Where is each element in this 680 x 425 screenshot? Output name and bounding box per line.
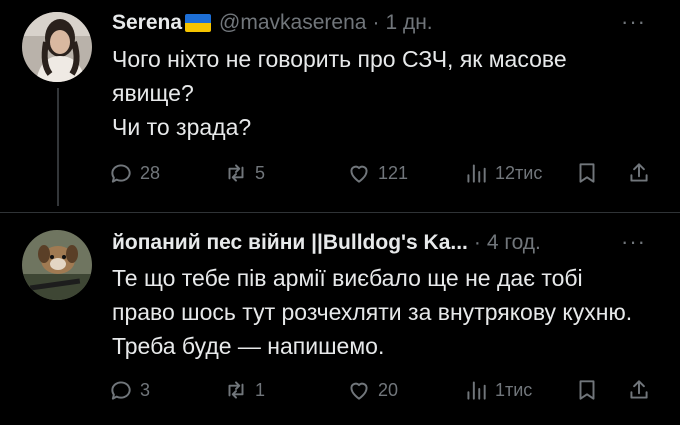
action-bar: 3 1 20 1тис: [108, 373, 666, 407]
repost-icon: [228, 381, 244, 399]
thread-line: [57, 88, 59, 206]
timestamp[interactable]: 4 год.: [487, 231, 541, 255]
share-icon: [630, 163, 648, 182]
reply-button[interactable]: 28: [108, 156, 160, 190]
views-icon: [467, 381, 486, 400]
author-name[interactable]: йопаний пес війни ||Bulldog's Ka...: [112, 231, 468, 255]
repost-button[interactable]: 1: [223, 373, 265, 407]
tweet-text: Чого ніхто не говорить про СЗЧ, як масов…: [112, 42, 650, 144]
tweet-header: йопаний пес війни ||Bulldog's Ka... · 4 …: [112, 229, 660, 257]
repost-icon: [228, 164, 244, 182]
avatar[interactable]: [22, 12, 92, 82]
more-icon[interactable]: ···: [621, 229, 646, 255]
like-icon: [350, 382, 368, 400]
tweet[interactable]: Serena @mavkaserena · 1 дн. ··· Чого ніх…: [0, 0, 680, 212]
reply-count: 28: [140, 162, 161, 183]
reply-icon: [111, 381, 131, 400]
repost-count: 5: [255, 162, 266, 183]
separator-dot: ·: [473, 231, 481, 254]
views-count: 1тис: [495, 379, 533, 400]
views-button[interactable]: 12тис: [463, 156, 542, 190]
more-icon[interactable]: ···: [621, 9, 646, 35]
separator-dot: ·: [372, 11, 380, 34]
share-icon: [630, 380, 648, 399]
views-icon: [467, 164, 486, 183]
timestamp[interactable]: 1 дн.: [385, 11, 432, 35]
ukraine-flag-icon: [185, 14, 212, 32]
like-button[interactable]: 20: [346, 373, 398, 407]
reply-count: 3: [140, 379, 151, 400]
tweet[interactable]: йопаний пес війни ||Bulldog's Ka... · 4 …: [0, 213, 680, 425]
reply-button[interactable]: 3: [108, 373, 150, 407]
action-bar: 28 5 121 12тис: [108, 156, 666, 190]
author-name[interactable]: Serena: [112, 11, 182, 35]
avatar[interactable]: [22, 230, 92, 300]
tweet-text-line: Чи то зрада?: [112, 114, 252, 140]
bookmark-button[interactable]: [574, 156, 600, 190]
tweet-header: Serena @mavkaserena · 1 дн. ···: [112, 9, 660, 37]
tweet-text-line: Чого ніхто не говорить про СЗЧ, як масов…: [112, 46, 567, 106]
like-icon: [350, 165, 368, 183]
like-count: 121: [378, 162, 409, 183]
repost-button[interactable]: 5: [223, 156, 265, 190]
bookmark-icon: [579, 380, 595, 400]
tweet-text: Те що тебе пів армії виєбало ще не дає т…: [112, 261, 650, 363]
repost-count: 1: [255, 379, 266, 400]
tweet-text-line: Те що тебе пів армії виєбало ще не дає т…: [112, 265, 633, 359]
views-button[interactable]: 1тис: [463, 373, 532, 407]
bookmark-icon: [579, 163, 595, 183]
share-button[interactable]: [626, 156, 652, 190]
reply-icon: [111, 164, 131, 183]
share-button[interactable]: [626, 373, 652, 407]
views-count: 12тис: [495, 162, 543, 183]
author-handle[interactable]: @mavkaserena: [219, 11, 366, 35]
like-button[interactable]: 121: [346, 156, 408, 190]
like-count: 20: [378, 379, 399, 400]
bookmark-button[interactable]: [574, 373, 600, 407]
